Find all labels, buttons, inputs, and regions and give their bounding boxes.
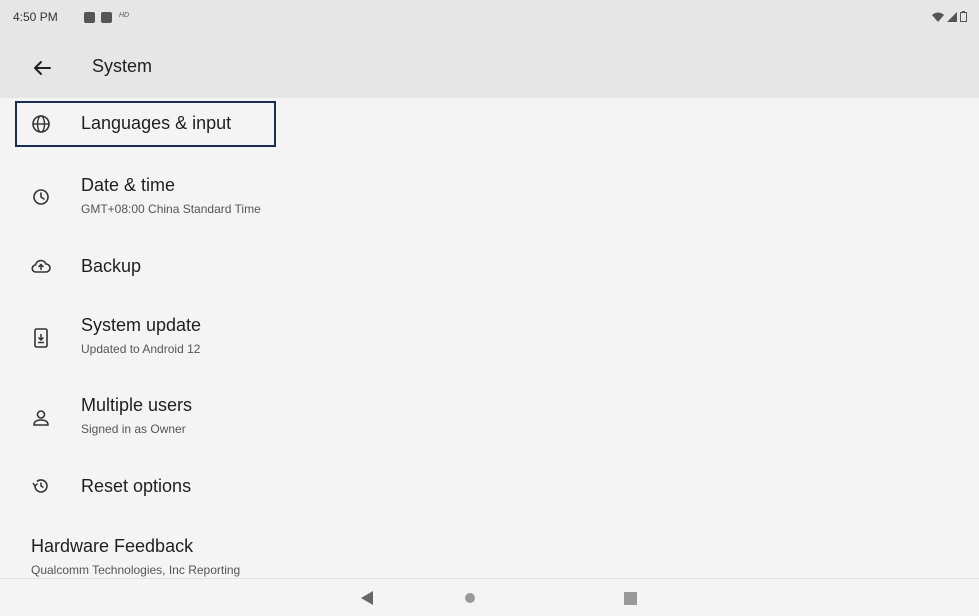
item-title: Backup: [81, 256, 142, 276]
history-icon: [29, 474, 53, 498]
list-item-reset-options[interactable]: Reset options: [0, 465, 979, 507]
hd-icon: HD: [119, 12, 130, 19]
battery-icon: [960, 11, 967, 22]
nav-recents-button[interactable]: [621, 589, 639, 607]
cloud-upload-icon: [29, 254, 53, 278]
list-item-hardware-feedback[interactable]: Hardware Feedback Qualcomm Technologies,…: [0, 530, 979, 578]
system-update-icon: [29, 326, 53, 350]
selection-highlight: [15, 101, 276, 147]
circle-home-icon: [465, 593, 475, 603]
status-time: 4:50 PM: [13, 10, 58, 24]
list-item-backup[interactable]: Backup: [0, 245, 979, 287]
notification-icon: [84, 12, 95, 23]
list-item-date-time[interactable]: Date & time GMT+08:00 China Standard Tim…: [0, 165, 979, 225]
list-item-system-update[interactable]: System update Updated to Android 12: [0, 305, 979, 365]
page-title: System: [92, 56, 153, 76]
status-bar: 4:50 PM HD: [0, 0, 979, 38]
item-title: System update: [81, 315, 202, 335]
item-title: Hardware Feedback: [31, 536, 194, 556]
status-icons: [932, 11, 967, 22]
signal-icon: [947, 11, 957, 22]
item-title: Date & time: [81, 175, 176, 195]
navigation-bar: [0, 578, 979, 616]
item-subtitle: Signed in as Owner: [81, 422, 186, 436]
person-icon: [29, 406, 53, 430]
arrow-back-icon: [34, 61, 51, 75]
clock-icon: [29, 185, 53, 209]
notification-icon: [101, 12, 112, 23]
item-title: Reset options: [81, 476, 192, 496]
item-subtitle: Qualcomm Technologies, Inc Reporting: [31, 563, 241, 577]
item-subtitle: GMT+08:00 China Standard Time: [81, 202, 261, 216]
wifi-icon: [932, 12, 944, 22]
item-title: Multiple users: [81, 395, 193, 415]
nav-back-button[interactable]: [358, 589, 376, 607]
item-subtitle: Updated to Android 12: [81, 342, 201, 356]
square-recents-icon: [623, 591, 637, 605]
nav-home-button[interactable]: [461, 589, 479, 607]
triangle-back-icon: [361, 591, 373, 605]
back-button[interactable]: [26, 52, 58, 84]
list-item-multiple-users[interactable]: Multiple users Signed in as Owner: [0, 385, 979, 445]
app-bar: System: [0, 38, 979, 98]
